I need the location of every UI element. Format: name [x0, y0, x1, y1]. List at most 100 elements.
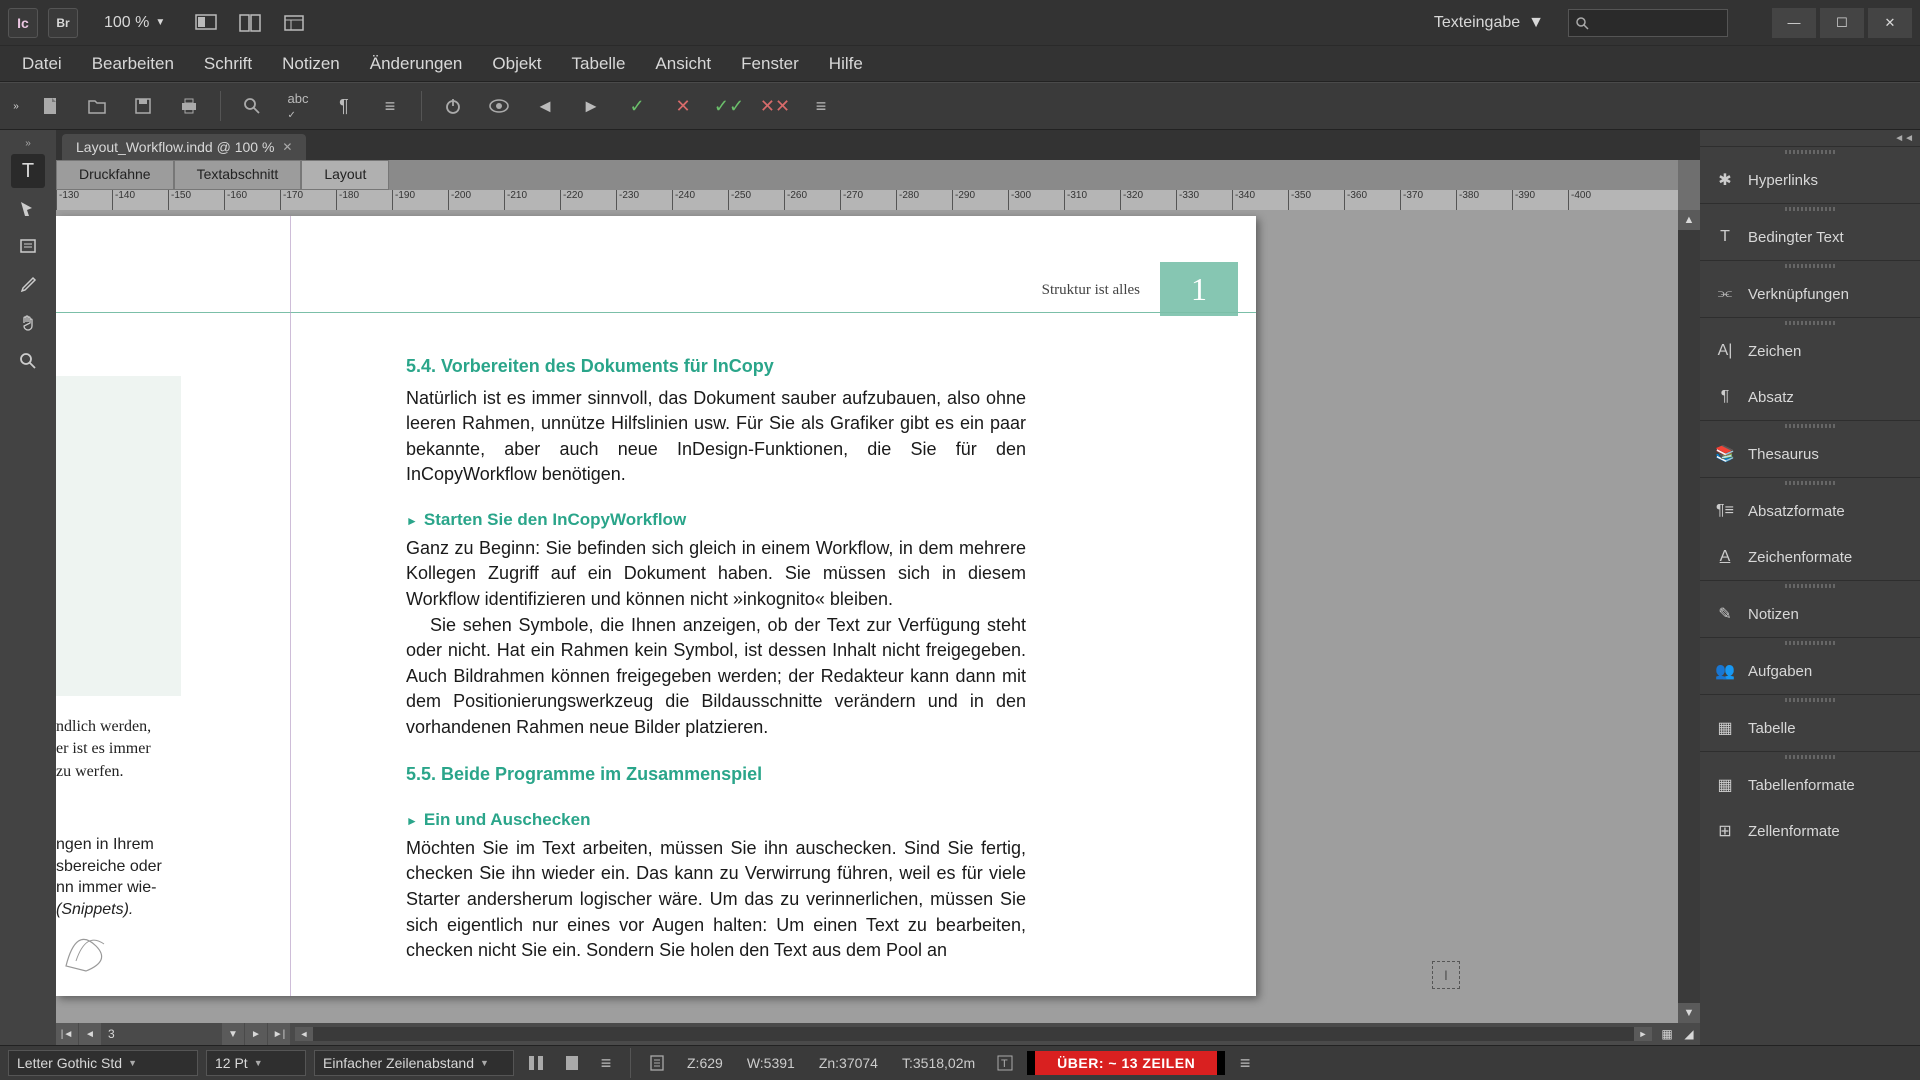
minimize-button[interactable]: — [1772, 8, 1816, 38]
scroll-down-icon[interactable]: ▼ [1678, 1003, 1700, 1023]
next-change-button[interactable]: ► [572, 87, 610, 125]
maximize-button[interactable]: ☐ [1820, 8, 1864, 38]
first-page-button[interactable]: |◄ [56, 1023, 78, 1045]
panel-zeichenformate[interactable]: AZeichenformate [1700, 534, 1920, 580]
panel-zellenformate[interactable]: ⊞Zellenformate [1700, 808, 1920, 854]
search-box[interactable] [1568, 9, 1728, 37]
panel-tabellenformate[interactable]: ▦Tabellenformate [1700, 762, 1920, 808]
close-tab-icon[interactable]: ✕ [282, 140, 292, 154]
arrange-windows-button[interactable] [237, 10, 263, 36]
panel-zeichen[interactable]: A|Zeichen [1700, 328, 1920, 374]
panel-hyperlinks[interactable]: ✱Hyperlinks [1700, 157, 1920, 203]
menu-icon[interactable]: ≡ [1233, 1044, 1257, 1080]
open-file-button[interactable] [78, 87, 116, 125]
next-page-button[interactable]: ► [245, 1023, 267, 1045]
panel-tabelle[interactable]: ▦Tabelle [1700, 705, 1920, 751]
chevron-down-icon: ▼ [128, 1058, 137, 1068]
menu-fenster[interactable]: Fenster [727, 48, 813, 80]
paragraph: Natürlich ist es immer sinnvoll, das Dok… [406, 386, 1026, 488]
menu-objekt[interactable]: Objekt [478, 48, 555, 80]
last-page-button[interactable]: ►| [268, 1023, 290, 1045]
panel-thesaurus[interactable]: 📚Thesaurus [1700, 431, 1920, 477]
heading-5-4: 5.4. Vorbereiten des Dokuments für InCop… [406, 354, 1026, 380]
scroll-right-icon[interactable]: ► [1634, 1027, 1652, 1041]
panel-bedingter-text[interactable]: TBedingter Text [1700, 214, 1920, 260]
screen-mode-button[interactable] [193, 10, 219, 36]
prev-change-button[interactable]: ◄ [526, 87, 564, 125]
vertical-scrollbar[interactable]: ▲ ▼ [1678, 210, 1700, 1023]
find-button[interactable] [233, 87, 271, 125]
hand-tool[interactable] [11, 306, 45, 340]
menu-ansicht[interactable]: Ansicht [641, 48, 725, 80]
reject-change-button[interactable]: ✕ [664, 87, 702, 125]
split-view-icon[interactable]: ▦ [1656, 1023, 1678, 1045]
note-tool[interactable] [11, 230, 45, 264]
view-tab-textabschnitt[interactable]: Textabschnitt [174, 160, 302, 190]
columns-icon[interactable] [522, 1050, 550, 1076]
page-icon[interactable] [558, 1050, 586, 1076]
menu-datei[interactable]: Datei [8, 48, 76, 80]
page-number-field[interactable]: 3 [102, 1027, 222, 1041]
menu-hilfe[interactable]: Hilfe [815, 48, 877, 80]
view-tab-druckfahne[interactable]: Druckfahne [56, 160, 174, 190]
view-tab-layout[interactable]: Layout [301, 160, 389, 190]
menu-icon[interactable]: ≡ [802, 87, 840, 125]
leading-select[interactable]: Einfacher Zeilenabstand▼ [314, 1050, 514, 1076]
zoom-select[interactable]: 100 % ▼ [96, 10, 173, 36]
bridge-button[interactable]: Br [48, 8, 78, 38]
type-tool[interactable]: T [11, 154, 45, 188]
spellcheck-button[interactable]: abc✓ [279, 87, 317, 125]
page-dropdown-icon[interactable]: ▼ [222, 1023, 244, 1045]
char-styles-icon: A [1714, 546, 1736, 568]
close-button[interactable]: ✕ [1868, 8, 1912, 38]
power-icon[interactable] [434, 87, 472, 125]
menu-icon[interactable]: ≡ [594, 1044, 618, 1080]
expand-tools-icon[interactable]: » [0, 136, 56, 150]
font-family-select[interactable]: Letter Gothic Std▼ [8, 1050, 198, 1076]
position-tool[interactable] [11, 192, 45, 226]
track-changes-button[interactable] [480, 87, 518, 125]
stats-toggle-icon[interactable] [643, 1044, 671, 1080]
document-tab[interactable]: Layout_Workflow.indd @ 100 % ✕ [62, 134, 306, 160]
stat-zn: Zn:37074 [811, 1055, 886, 1071]
eyedropper-tool[interactable] [11, 268, 45, 302]
paragraph: Sie sehen Symbole, die Ihnen anzeigen, o… [406, 613, 1026, 741]
document-canvas[interactable]: Struktur ist alles 1 ndlich werden, er i… [56, 210, 1678, 1023]
conditional-text-icon: T [1714, 226, 1736, 248]
scroll-up-icon[interactable]: ▲ [1678, 210, 1700, 230]
panel-absatz[interactable]: ¶Absatz [1700, 374, 1920, 420]
paragraph: Ganz zu Beginn: Sie befinden sich gleich… [406, 536, 1026, 613]
body-text[interactable]: 5.4. Vorbereiten des Dokuments für InCop… [406, 354, 1026, 964]
new-file-button[interactable] [32, 87, 70, 125]
main-area: » T Layout_Workflow.indd @ 100 % ✕ Druck… [0, 130, 1920, 1045]
accept-change-button[interactable]: ✓ [618, 87, 656, 125]
show-hidden-chars-button[interactable]: ¶ [325, 87, 363, 125]
menu-tabelle[interactable]: Tabelle [558, 48, 640, 80]
chevron-down-icon: ▼ [254, 1058, 263, 1068]
accept-all-button[interactable]: ✓✓ [710, 87, 748, 125]
panel-verknuepfungen[interactable]: ⫘Verknüpfungen [1700, 271, 1920, 317]
view-options-button[interactable] [281, 10, 307, 36]
menu-notizen[interactable]: Notizen [268, 48, 354, 80]
menu-icon[interactable]: ≡ [371, 87, 409, 125]
font-size-select[interactable]: 12 Pt▼ [206, 1050, 306, 1076]
horizontal-scrollbar[interactable]: ◄ ► [295, 1027, 1652, 1041]
workspace-select[interactable]: Texteingabe ▼ [1424, 10, 1554, 36]
panel-notizen[interactable]: ✎Notizen [1700, 591, 1920, 637]
print-button[interactable] [170, 87, 208, 125]
panel-aufgaben[interactable]: 👥Aufgaben [1700, 648, 1920, 694]
menu-bearbeiten[interactable]: Bearbeiten [78, 48, 188, 80]
collapse-dock-icon[interactable]: ◄◄ [1700, 130, 1920, 146]
menu-aenderungen[interactable]: Änderungen [356, 48, 477, 80]
expand-control-icon[interactable]: » [8, 101, 24, 112]
overset-indicator[interactable]: ÜBER: ~ 13 ZEILEN [1027, 1051, 1225, 1075]
save-button[interactable] [124, 87, 162, 125]
zoom-tool[interactable] [11, 344, 45, 378]
prev-page-button[interactable]: ◄ [79, 1023, 101, 1045]
panel-absatzformate[interactable]: ¶≡Absatzformate [1700, 488, 1920, 534]
resize-handle-icon[interactable]: ◢ [1678, 1023, 1700, 1045]
overset-marker-icon[interactable]: T [991, 1044, 1019, 1080]
scroll-left-icon[interactable]: ◄ [295, 1027, 313, 1041]
menu-schrift[interactable]: Schrift [190, 48, 266, 80]
reject-all-button[interactable]: ✕✕ [756, 87, 794, 125]
